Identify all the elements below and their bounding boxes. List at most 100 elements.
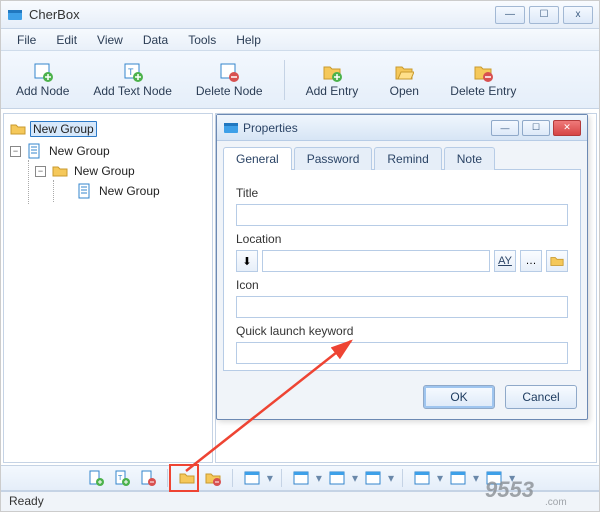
main-toolbar: Add Node T Add Text Node Delete Node Add… xyxy=(1,51,599,109)
tree-node-2-label: New Group xyxy=(72,164,137,178)
document-add-icon xyxy=(88,470,104,486)
bottom-delete-folder-button[interactable] xyxy=(202,468,224,488)
tree-root[interactable]: New Group xyxy=(6,118,210,140)
dialog-titlebar[interactable]: Properties — ☐ ✕ xyxy=(217,115,587,141)
add-text-node-icon: T xyxy=(123,62,143,82)
keyword-label: Quick launch keyword xyxy=(236,324,568,338)
window-icon xyxy=(244,470,260,486)
delete-node-button[interactable]: Delete Node xyxy=(187,57,272,103)
bottom-delete-doc-button[interactable] xyxy=(137,468,159,488)
expander-icon[interactable]: − xyxy=(35,166,46,177)
tab-password[interactable]: Password xyxy=(294,147,373,170)
bottom-window-button-2[interactable] xyxy=(290,468,312,488)
dialog-maximize-button[interactable]: ☐ xyxy=(522,120,550,136)
window-maximize-button[interactable]: ☐ xyxy=(529,6,559,24)
window-minimize-button[interactable]: — xyxy=(495,6,525,24)
dialog-button-row: OK Cancel xyxy=(217,377,587,419)
status-text: Ready xyxy=(9,494,44,508)
add-entry-icon xyxy=(322,62,342,82)
dialog-tabs: General Password Remind Note xyxy=(223,147,581,170)
dots-icon: … xyxy=(526,255,537,267)
dialog-minimize-button[interactable]: — xyxy=(491,120,519,136)
tree-node-1[interactable]: − New Group − New Group xyxy=(6,140,210,206)
delete-node-label: Delete Node xyxy=(196,84,263,98)
bottombar-separator xyxy=(232,469,233,487)
folder-open-icon xyxy=(179,470,195,486)
cancel-button[interactable]: Cancel xyxy=(505,385,577,409)
location-input[interactable] xyxy=(262,250,490,272)
window-icon xyxy=(329,470,345,486)
title-label: Title xyxy=(236,186,568,200)
open-icon xyxy=(394,62,414,82)
minimize-icon: — xyxy=(505,9,515,20)
open-label: Open xyxy=(390,84,419,98)
text-add-icon: T xyxy=(114,470,130,486)
bottom-new-doc-button[interactable] xyxy=(85,468,107,488)
toolbar-separator xyxy=(284,60,285,100)
document-remove-icon xyxy=(140,470,156,486)
tree-node-3[interactable]: New Group xyxy=(56,180,210,202)
bottom-window-button-7[interactable] xyxy=(483,468,505,488)
title-input[interactable] xyxy=(236,204,568,226)
title-bar: CherBox — ☐ x xyxy=(1,1,599,29)
menu-data[interactable]: Data xyxy=(133,29,178,50)
bottom-window-button-4[interactable] xyxy=(362,468,384,488)
delete-entry-label: Delete Entry xyxy=(450,84,516,98)
menu-tools[interactable]: Tools xyxy=(178,29,226,50)
folder-icon xyxy=(52,163,68,179)
tree-node-3-label: New Group xyxy=(97,184,162,198)
menu-view[interactable]: View xyxy=(87,29,133,50)
font-icon: AY xyxy=(498,255,512,267)
expander-icon[interactable]: − xyxy=(10,146,21,157)
svg-text:T: T xyxy=(128,67,134,77)
location-browse-button[interactable]: … xyxy=(520,250,542,272)
icon-input[interactable] xyxy=(236,296,568,318)
add-node-label: Add Node xyxy=(16,84,69,98)
window-close-button[interactable]: x xyxy=(563,6,593,24)
bottombar-separator xyxy=(167,469,168,487)
folder-remove-icon xyxy=(205,470,221,486)
bottom-window-button-3[interactable] xyxy=(326,468,348,488)
location-font-button[interactable]: AY xyxy=(494,250,516,272)
document-icon xyxy=(77,183,93,199)
close-icon: x xyxy=(576,9,581,20)
menu-edit[interactable]: Edit xyxy=(46,29,87,50)
bottom-new-text-button[interactable]: T xyxy=(111,468,133,488)
location-folder-button[interactable] xyxy=(546,250,568,272)
delete-entry-button[interactable]: Delete Entry xyxy=(441,57,525,103)
add-entry-label: Add Entry xyxy=(306,84,359,98)
dialog-title: Properties xyxy=(243,121,488,135)
tree-node-2[interactable]: − New Group New Group xyxy=(31,160,210,204)
bottom-toolbar: T ▾ ▾ ▾ ▾ ▾ ▾ ▾ xyxy=(1,465,599,491)
add-node-button[interactable]: Add Node xyxy=(7,57,78,103)
menu-help[interactable]: Help xyxy=(226,29,271,50)
tab-body-general: Title Location ⬇ AY … Icon Quick launch … xyxy=(223,169,581,371)
tab-remind[interactable]: Remind xyxy=(374,147,441,170)
dialog-icon xyxy=(223,120,239,136)
menu-file[interactable]: File xyxy=(7,29,46,50)
tree-node-1-label: New Group xyxy=(47,144,112,158)
bottom-open-folder-button[interactable] xyxy=(176,468,198,488)
ok-button[interactable]: OK xyxy=(423,385,495,409)
open-button[interactable]: Open xyxy=(373,57,435,103)
bottombar-separator xyxy=(402,469,403,487)
maximize-icon: ☐ xyxy=(540,9,549,20)
dialog-close-button[interactable]: ✕ xyxy=(553,120,581,136)
tab-note[interactable]: Note xyxy=(444,147,495,170)
status-bar: Ready xyxy=(1,491,599,511)
bottom-window-button-6[interactable] xyxy=(447,468,469,488)
folder-icon xyxy=(550,254,564,268)
icon-label: Icon xyxy=(236,278,568,292)
bottom-window-button-5[interactable] xyxy=(411,468,433,488)
bottom-window-button-1[interactable] xyxy=(241,468,263,488)
properties-dialog: Properties — ☐ ✕ General Password Remind… xyxy=(216,114,588,420)
location-dropdown-button[interactable]: ⬇ xyxy=(236,250,258,272)
add-entry-button[interactable]: Add Entry xyxy=(297,57,368,103)
menu-bar: File Edit View Data Tools Help xyxy=(1,29,599,51)
keyword-input[interactable] xyxy=(236,342,568,364)
add-text-node-button[interactable]: T Add Text Node xyxy=(84,57,181,103)
tree-panel[interactable]: New Group − New Group − New Group xyxy=(3,113,213,463)
tab-general[interactable]: General xyxy=(223,147,292,170)
window-icon xyxy=(486,470,502,486)
window-icon xyxy=(365,470,381,486)
